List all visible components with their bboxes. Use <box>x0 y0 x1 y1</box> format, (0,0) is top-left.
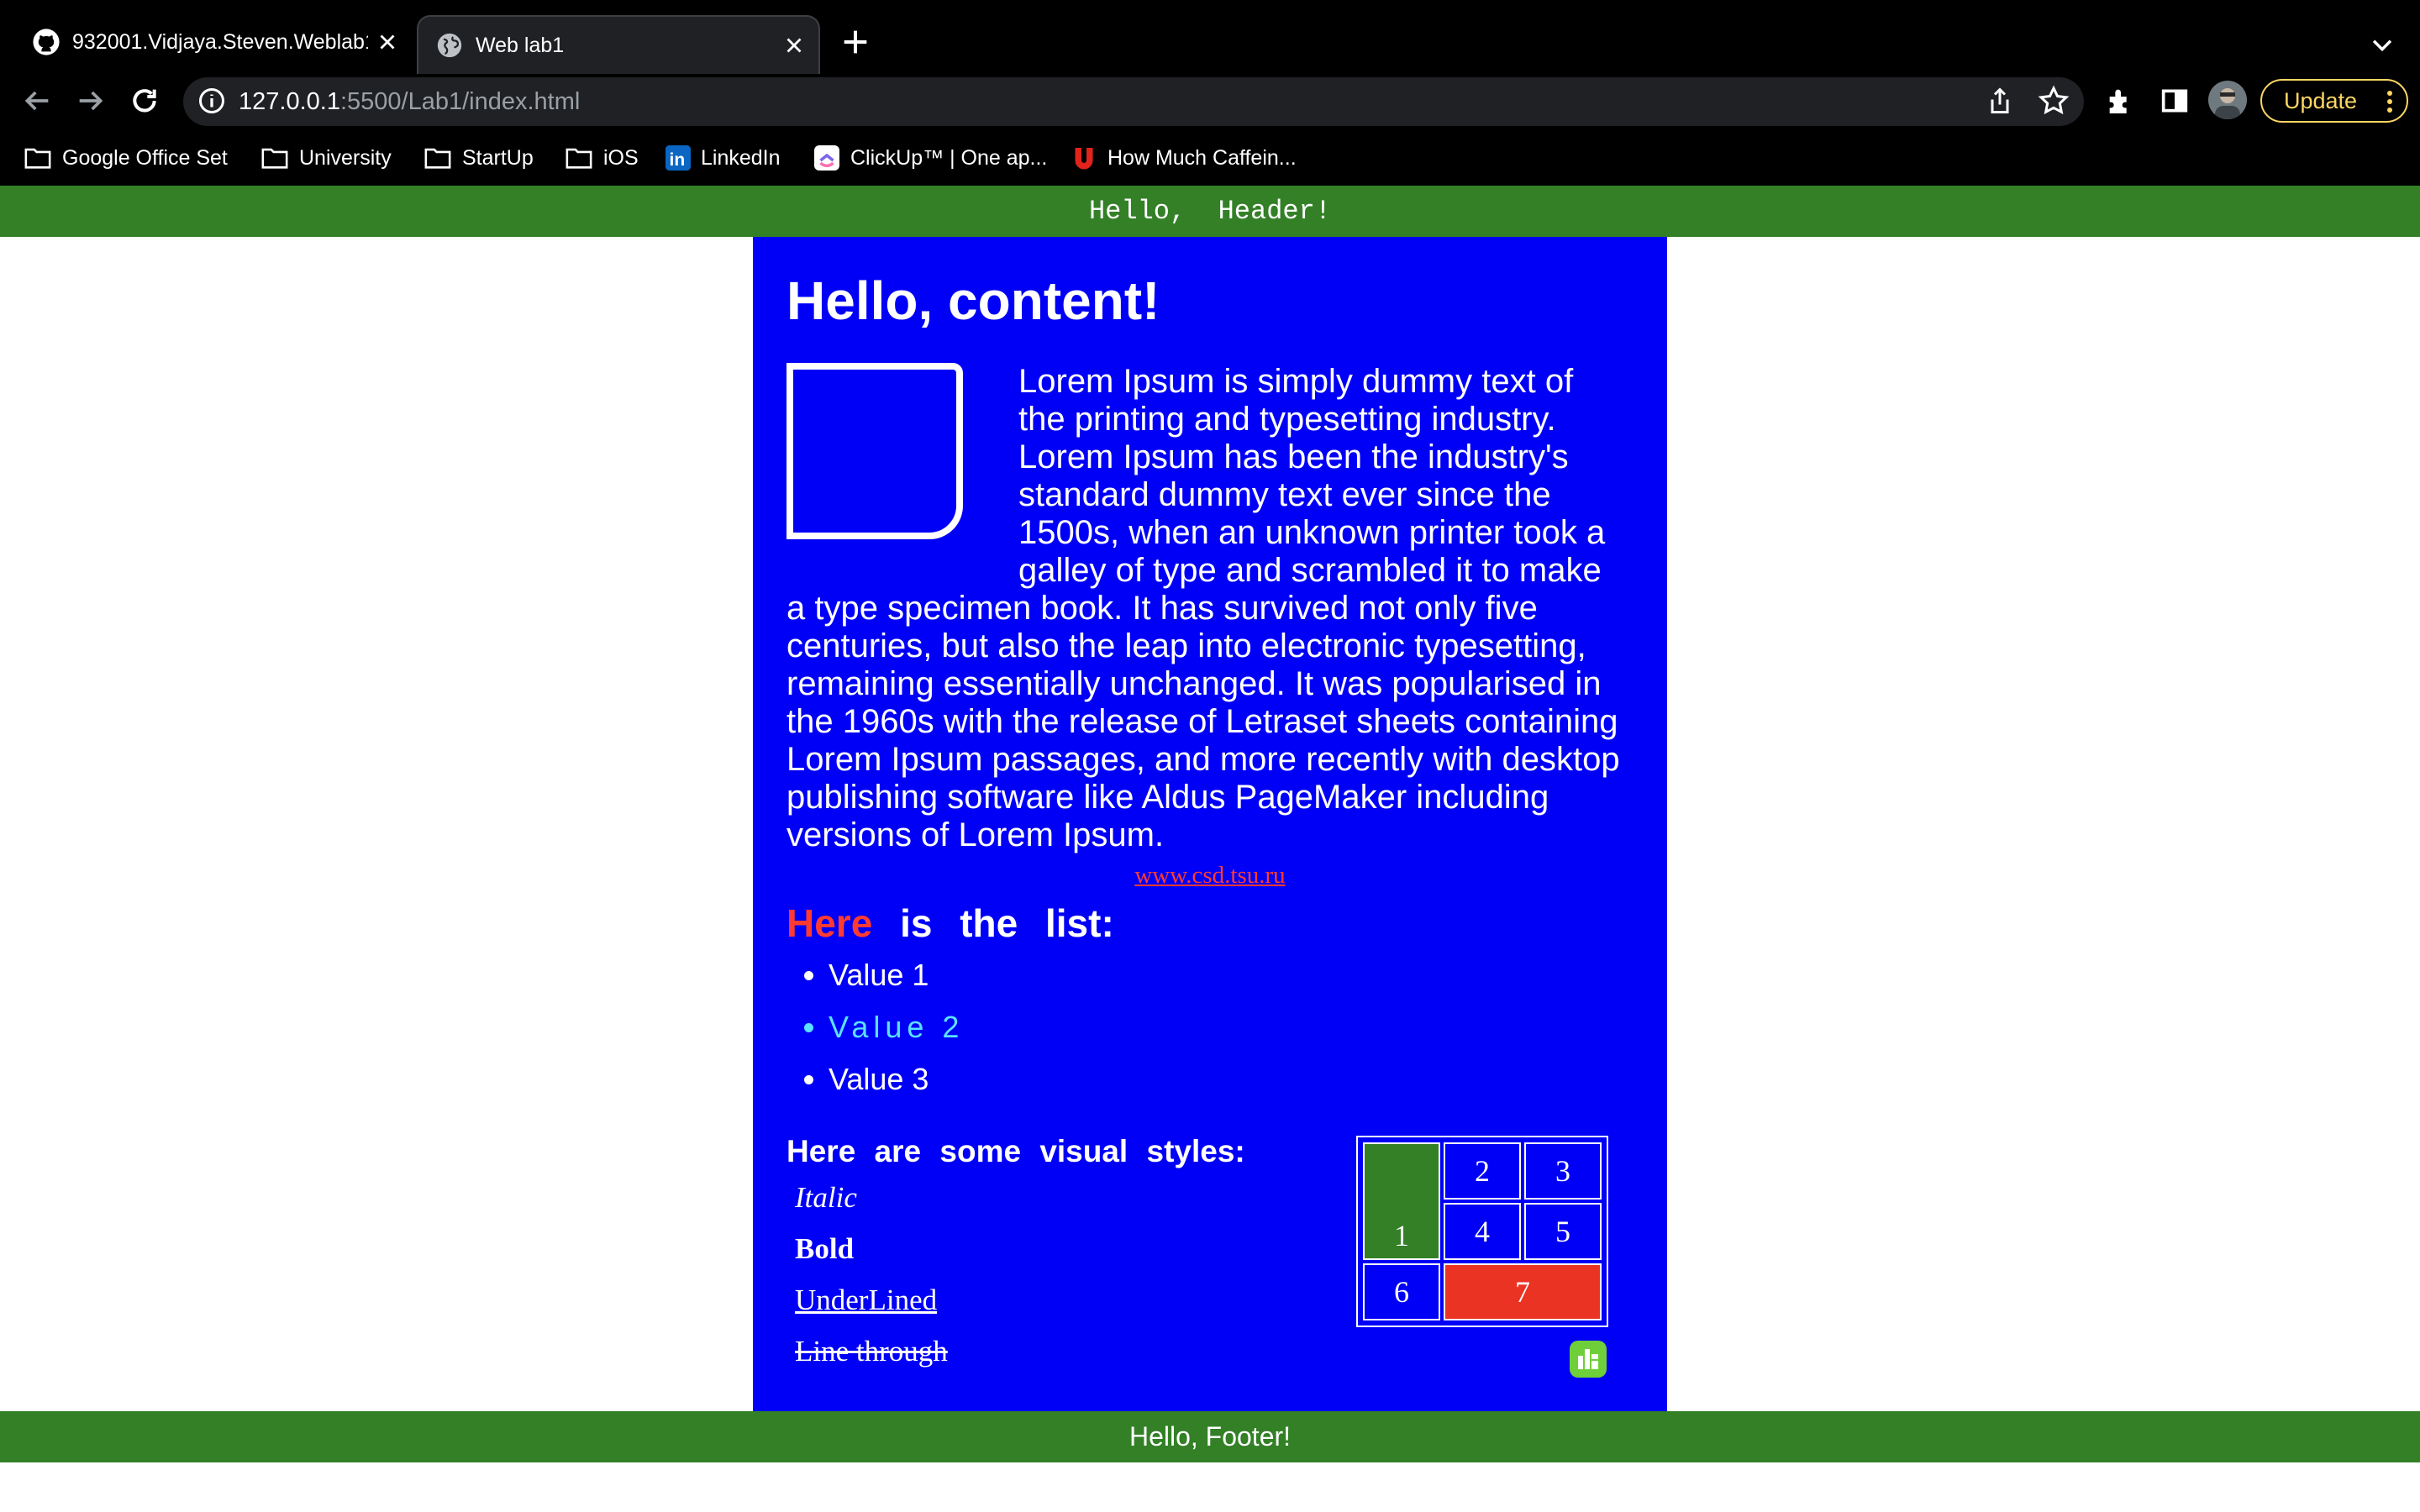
lorem-paragraph: Lorem Ipsum is simply dummy text of the … <box>786 363 1627 854</box>
list-heading: Here is the list: <box>786 900 1114 946</box>
side-panel-icon[interactable] <box>2158 84 2191 118</box>
tab-github[interactable]: 932001.Vidjaya.Steven.Weblab1 <box>0 15 412 69</box>
table-cell: 4 <box>1444 1203 1521 1260</box>
bookmark-linkedin[interactable]: in LinkedIn <box>666 139 781 176</box>
update-label: Update <box>2284 87 2358 113</box>
list-heading-highlight: Here <box>786 901 873 945</box>
globe-icon <box>437 33 462 58</box>
bold-text: Bold <box>795 1232 855 1265</box>
folder-icon <box>24 148 51 169</box>
github-icon <box>33 29 60 55</box>
bookmark-label: ClickUp™ | One ap... <box>850 145 1048 170</box>
share-icon[interactable] <box>1985 86 2015 116</box>
table-cell: 6 <box>1363 1263 1440 1320</box>
table-cell: 5 <box>1524 1203 1602 1260</box>
tab-title: Web lab1 <box>476 33 565 57</box>
back-icon[interactable] <box>20 84 54 118</box>
value-list: Value 1 Value 2 Value 3 <box>786 949 964 1105</box>
new-tab-icon[interactable] <box>839 25 872 59</box>
content-title: Hello, content! <box>786 270 1160 331</box>
bookmark-label: LinkedIn <box>701 145 781 170</box>
table-cell: 7 <box>1444 1263 1602 1320</box>
reload-icon[interactable] <box>128 84 161 118</box>
page-footer: Hello, Footer! <box>0 1411 2420 1462</box>
avatar[interactable] <box>2208 81 2247 119</box>
decorative-box <box>786 363 963 539</box>
update-button[interactable]: Update <box>2260 79 2408 123</box>
list-item: Value 2 <box>829 1001 964 1053</box>
close-icon[interactable] <box>375 29 400 55</box>
site-info-icon[interactable] <box>197 86 227 116</box>
folder-icon <box>424 148 451 169</box>
bookmark-caffeine[interactable]: How Much Caffein... <box>1071 139 1297 176</box>
url-text[interactable]: 127.0.0.1:5500/Lab1/index.html <box>239 86 580 118</box>
bookmark-label: StartUp <box>462 145 534 170</box>
folder-icon <box>261 148 288 169</box>
bookmark-label: How Much Caffein... <box>1107 145 1297 170</box>
bookmark-label: Google Office Set <box>62 145 228 170</box>
content-section: Hello, content! Lorem Ipsum is simply du… <box>753 237 1667 1411</box>
tab-web-lab1[interactable]: Web lab1 <box>417 15 820 74</box>
bookmark-university[interactable]: University <box>260 139 392 176</box>
table-cell: 3 <box>1524 1142 1602 1200</box>
star-icon[interactable] <box>2037 84 2070 118</box>
page-header: Hello, Header! <box>0 186 2420 237</box>
list-item: Value 1 <box>829 949 964 1001</box>
bookmark-label: University <box>299 145 392 170</box>
tab-title: 932001.Vidjaya.Steven.Weblab1 <box>72 29 368 54</box>
underline-text: UnderLined <box>795 1284 938 1316</box>
bookmark-google-office-set[interactable]: Google Office Set <box>24 139 228 176</box>
close-icon[interactable] <box>781 33 807 58</box>
list-heading-rest: is the list: <box>872 901 1114 945</box>
url-host: 127.0.0.1 <box>239 88 340 115</box>
number-table: 1 2 3 4 5 6 7 <box>1356 1136 1608 1327</box>
table-cell: 2 <box>1444 1142 1521 1200</box>
list-item: Value 3 <box>829 1053 964 1105</box>
browser-chrome: 932001.Vidjaya.Steven.Weblab1 Web lab1 1… <box>0 0 2420 186</box>
more-vertical-icon[interactable] <box>2385 89 2395 114</box>
bookmark-ios[interactable]: iOS <box>565 139 639 176</box>
profile-icon <box>2215 88 2240 119</box>
svg-text:in: in <box>670 150 686 170</box>
bookmarks-bar: Google Office Set University StartUp iOS… <box>0 139 2420 176</box>
linkedin-icon: in <box>666 145 691 171</box>
strikethrough-text: Line through <box>795 1335 948 1368</box>
bookmark-clickup[interactable]: ClickUp™ | One ap... <box>813 139 1047 176</box>
table-cell: 1 <box>1363 1142 1440 1260</box>
extension-icon[interactable] <box>1570 1341 1607 1378</box>
csd-link[interactable]: www.csd.tsu.ru <box>753 862 1667 890</box>
chevron-down-icon[interactable] <box>2368 30 2396 59</box>
extensions-icon[interactable] <box>2104 84 2138 118</box>
italic-text: Italic <box>795 1181 857 1214</box>
folder-icon <box>566 148 592 169</box>
forward-icon[interactable] <box>74 84 108 118</box>
clickup-icon <box>814 145 839 171</box>
styles-heading: Here are some visual styles: <box>786 1134 1245 1168</box>
caffeine-icon <box>1075 148 1093 170</box>
bookmark-label: iOS <box>603 145 639 170</box>
bookmark-startup[interactable]: StartUp <box>424 139 534 176</box>
url-path: :5500/Lab1/index.html <box>339 88 581 115</box>
